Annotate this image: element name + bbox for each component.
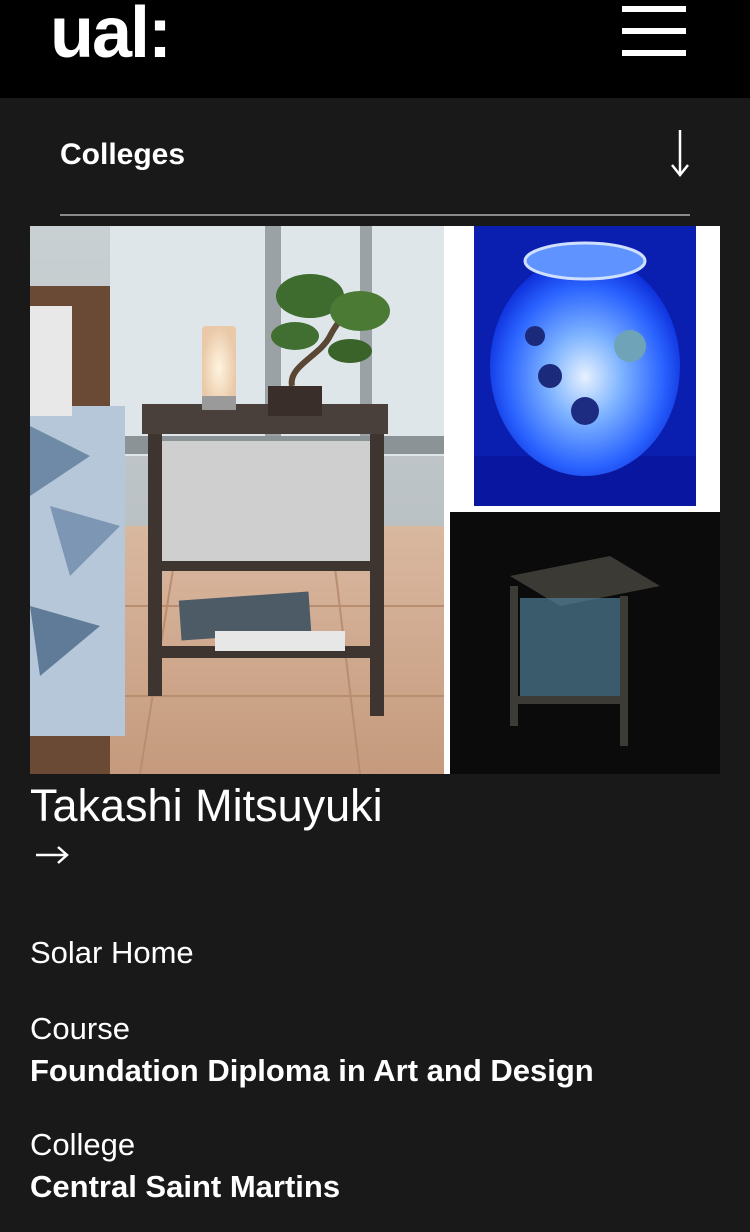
ual-logo[interactable]: ual: — [50, 0, 172, 78]
student-name[interactable]: Takashi Mitsuyuki — [30, 778, 383, 834]
hamburger-menu-icon[interactable] — [620, 6, 686, 58]
course-label: Course — [30, 1011, 130, 1046]
arrow-down-icon — [671, 130, 689, 178]
site-header: ual: — [0, 0, 750, 98]
arrow-right-icon[interactable] — [34, 844, 70, 866]
project-collage — [30, 226, 720, 774]
project-title: Solar Home — [30, 935, 194, 970]
project-image[interactable] — [30, 226, 720, 774]
college-label: College — [30, 1127, 136, 1162]
course-value: Foundation Diploma in Art and Design — [30, 1053, 594, 1088]
colleges-label: Colleges — [60, 138, 186, 171]
colleges-dropdown[interactable]: Colleges — [60, 118, 690, 216]
college-value: Central Saint Martins — [30, 1169, 341, 1204]
